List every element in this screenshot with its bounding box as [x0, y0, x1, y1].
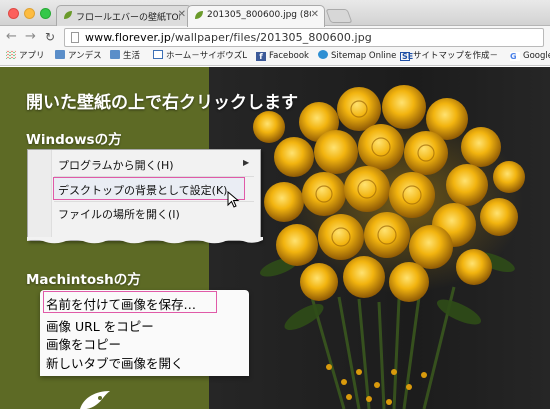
bookmark-google[interactable]: GGoogle I — [510, 50, 550, 62]
address-bar[interactable]: www.florever.jp/wallpaper/files/201305_8… — [64, 28, 544, 47]
bookmark-label: Sitemap Online — [331, 51, 397, 61]
page-heading: 開いた壁紙の上で右クリックします — [26, 93, 298, 113]
florever-bird-logo-icon — [80, 391, 110, 409]
new-tab-button[interactable] — [325, 9, 353, 23]
menu-item-copy-image-url[interactable]: 画像 URL をコピー — [46, 316, 154, 335]
menu-item-open-image-new-tab[interactable]: 新しいタブで画像を開く — [46, 353, 184, 372]
menu-icon-strip — [28, 150, 52, 240]
menu-item-open-with[interactable]: プログラムから開く(H) — [58, 157, 174, 173]
minimize-window-icon[interactable] — [24, 8, 35, 19]
browser-toolbar: ← → ↻ www.florever.jp/wallpaper/files/20… — [0, 26, 550, 48]
page-icon — [71, 32, 79, 43]
tab-florever-top[interactable]: フロールエバーの壁紙TOP ✕ — [56, 5, 192, 26]
bookmark-andes[interactable]: アンデス — [55, 50, 102, 62]
menu-divider — [54, 176, 254, 177]
bookmark-label: ホーム－サイボウズL — [166, 51, 247, 61]
wallpaper-image-view[interactable]: 開いた壁紙の上で右クリックします Windowsの方 プログラムから開く(H) … — [0, 67, 550, 409]
folder-icon — [110, 50, 120, 59]
menu-item-set-desktop-background[interactable]: デスクトップの背景として設定(K) — [58, 182, 227, 198]
cut-off-menu-item: ━━━━━━━━━━━━━━━━ — [46, 372, 226, 376]
bookmark-label: 生活 — [123, 51, 141, 61]
window-titlebar: フロールエバーの壁紙TOP ✕ 201305_800600.jpg (800 ✕ — [0, 0, 550, 27]
apps-icon — [6, 50, 16, 59]
close-window-icon[interactable] — [8, 8, 19, 19]
bookmark-facebook[interactable]: f Facebook — [256, 50, 309, 62]
bookmark-label: Facebook — [269, 51, 309, 61]
folder-icon — [55, 50, 65, 59]
tab-title: 201305_800600.jpg (800 — [207, 10, 311, 20]
google-icon: G — [510, 52, 520, 61]
leaf-favicon-icon — [195, 11, 203, 19]
bookmark-life[interactable]: 生活 — [110, 50, 140, 62]
facebook-icon: f — [256, 52, 266, 61]
url-host: www.florever.jp — [85, 31, 172, 44]
tab-close-icon[interactable]: ✕ — [311, 9, 319, 20]
bookmark-label: アプリ — [19, 51, 45, 61]
mouse-cursor-icon — [227, 191, 240, 208]
home-page-icon — [153, 50, 163, 59]
bookmark-label: Google I — [523, 51, 550, 61]
torn-edge — [27, 237, 263, 244]
submenu-arrow-icon: ▶ — [243, 158, 250, 167]
forward-arrow-icon[interactable]: → — [25, 29, 36, 45]
bookmark-sitemap-create[interactable]: SEサイトマップを作成－ — [400, 50, 508, 62]
url-path: /wallpaper/files/201305_800600.jpg — [171, 31, 372, 44]
sitemap-icon — [318, 50, 328, 59]
bookmark-sitemap-online[interactable]: Sitemap Online — [318, 50, 396, 62]
menu-divider — [54, 201, 254, 202]
bookmark-cybozu-home[interactable]: ホーム－サイボウズL — [153, 50, 251, 62]
back-arrow-icon[interactable]: ← — [6, 29, 17, 45]
menu-item-copy-image[interactable]: 画像をコピー — [46, 334, 121, 353]
url-text: www.florever.jp/wallpaper/files/201305_8… — [85, 31, 372, 44]
bookmark-apps[interactable]: アプリ — [6, 50, 45, 62]
mac-section-label: Machintoshの方 — [26, 272, 141, 288]
menu-item-open-file-location[interactable]: ファイルの場所を開く(I) — [58, 206, 180, 222]
windows-section-label: Windowsの方 — [26, 132, 122, 148]
se-icon: SE — [400, 52, 414, 61]
maximize-window-icon[interactable] — [40, 8, 51, 19]
bookmark-label: サイトマップを作成－ — [413, 51, 499, 61]
reload-icon[interactable]: ↻ — [45, 29, 55, 45]
windows-context-menu: プログラムから開く(H) ▶ デスクトップの背景として設定(K) ファイルの場所… — [27, 149, 263, 244]
leaf-favicon-icon — [64, 11, 72, 19]
tab-wallpaper-image[interactable]: 201305_800600.jpg (800 ✕ — [187, 5, 325, 27]
bookmark-label: アンデス — [68, 51, 102, 61]
tab-title: フロールエバーの壁紙TOP — [76, 13, 180, 23]
bookmarks-bar: アプリ アンデス 生活 ホーム－サイボウズL f Facebook Sitemap… — [0, 48, 550, 66]
highlight-frame — [43, 291, 217, 313]
tab-close-icon[interactable]: ✕ — [178, 9, 186, 20]
